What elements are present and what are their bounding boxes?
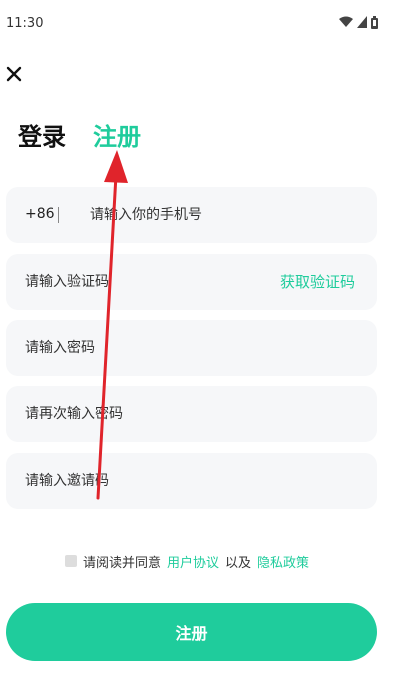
agreement-prefix: 请阅读并同意	[83, 555, 162, 571]
user-agreement-link[interactable]: 用户协议	[167, 552, 219, 571]
confirm-password-input[interactable]	[25, 386, 265, 442]
status-time: 11:30	[6, 16, 44, 31]
register-button[interactable]: 注册	[6, 603, 377, 661]
close-button[interactable]	[4, 64, 24, 84]
tab-login[interactable]: 登录	[18, 117, 66, 152]
phone-input[interactable]	[90, 187, 350, 243]
status-icons	[339, 15, 378, 29]
verification-code-input[interactable]	[25, 254, 265, 310]
get-code-button[interactable]: 获取验证码	[280, 271, 355, 292]
code-field: 获取验证码	[6, 254, 377, 310]
agreement-row: 请阅读并同意 用户协议 以及 隐私政策	[65, 552, 309, 571]
agreement-checkbox[interactable]	[65, 555, 77, 567]
annotation-arrow-head	[104, 150, 128, 183]
country-code[interactable]: +86	[25, 206, 55, 222]
phone-field: +86	[6, 187, 377, 243]
battery-icon	[371, 15, 378, 29]
agreement-conjunction: 以及	[225, 555, 252, 571]
privacy-policy-link[interactable]: 隐私政策	[257, 552, 309, 571]
password-field	[6, 320, 377, 376]
invite-code-input[interactable]	[25, 453, 265, 509]
tab-register[interactable]: 注册	[93, 117, 141, 152]
password-input[interactable]	[25, 320, 265, 376]
status-bar: 11:30	[0, 0, 400, 48]
signal-icon	[357, 16, 367, 28]
wifi-icon	[339, 16, 353, 27]
close-icon	[6, 66, 22, 82]
invite-code-field	[6, 453, 377, 509]
field-divider	[58, 207, 59, 223]
confirm-password-field	[6, 386, 377, 442]
